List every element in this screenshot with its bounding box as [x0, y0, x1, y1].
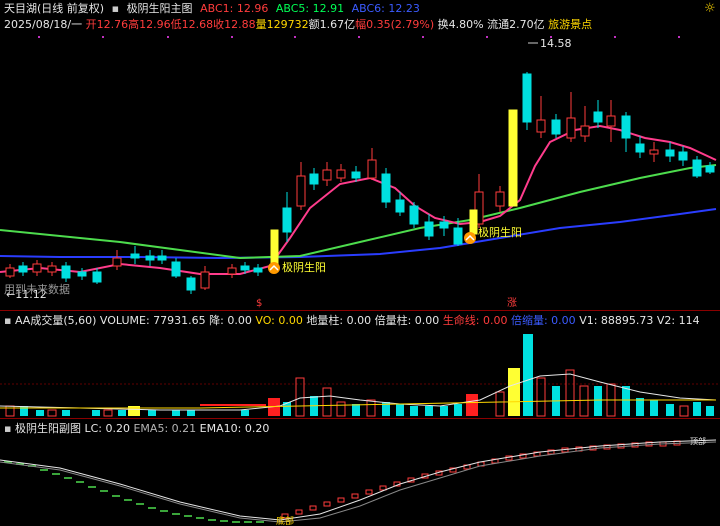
quote-close: 收12.88: [213, 18, 256, 31]
settings-gear-icon[interactable]: ☼: [704, 1, 716, 16]
main-header: 天目湖(日线 前复权) ▪ 极阴生阳主图 ABC1: 12.96 ABC5: 1…: [4, 2, 420, 15]
quote-change: 幅0.35(2.79%): [355, 18, 435, 31]
candles: [5, 72, 715, 294]
quote-turnover: 换4.80%: [437, 18, 484, 31]
stock-title[interactable]: 天目湖(日线 前复权): [4, 2, 104, 15]
panel-divider-2[interactable]: [0, 418, 720, 419]
ma-blue-line: [0, 208, 717, 260]
signal-marker-1[interactable]: [268, 262, 280, 274]
abc1-value: ABC1: 12.96: [200, 2, 269, 15]
quote-volume: 量129732: [255, 18, 309, 31]
quote-low: 低12.68: [170, 18, 214, 31]
indicator-name[interactable]: 极阴生阳主图: [127, 2, 193, 15]
dropdown-icon[interactable]: ▪: [112, 2, 119, 15]
quote-amount: 额1.67亿: [308, 18, 356, 31]
volume-chart[interactable]: [0, 326, 720, 418]
high-price-label: 14.58: [540, 37, 572, 50]
signal-marker-2[interactable]: [464, 232, 476, 244]
abc5-value: ABC5: 12.91: [275, 2, 345, 15]
quote-high: 高12.96: [128, 18, 171, 31]
panel-divider[interactable]: [0, 310, 720, 311]
ema5-line: [0, 439, 717, 521]
ema10-line: [0, 441, 717, 523]
marker-s: $: [256, 298, 262, 308]
quote-bar: 2025/08/18/一 开12.76高12.96低12.68收12.88量12…: [4, 18, 592, 31]
signal-candle: [508, 109, 518, 207]
quote-sector[interactable]: 旅游景点: [548, 18, 592, 31]
signal-label-2: 极阴生阳: [478, 225, 522, 239]
top-dot-markers: [38, 36, 680, 38]
quote-open: 开12.76: [85, 18, 129, 31]
marker-zhang: 涨: [507, 297, 517, 308]
quote-float: 流通2.70亿: [487, 18, 545, 31]
ma-pink-line: [0, 124, 717, 275]
main-chart[interactable]: 极阴生阳 极阴生阳 14.58 ←11.12 用到未来数据 $ 涨: [0, 32, 720, 308]
ma-green-line: [0, 164, 717, 260]
sub-chart[interactable]: 底部 顶部: [0, 434, 720, 526]
quote-date: 2025/08/18/一: [4, 18, 83, 31]
volume-bars: [5, 334, 714, 417]
top-label: 顶部: [690, 436, 706, 446]
signal-candle: [469, 209, 478, 235]
abc6-value: ABC6: 12.23: [351, 2, 420, 15]
future-data-notice: 用到未来数据: [4, 282, 70, 296]
signal-label-1: 极阴生阳: [282, 260, 326, 274]
bottom-label: 底部: [276, 515, 294, 526]
